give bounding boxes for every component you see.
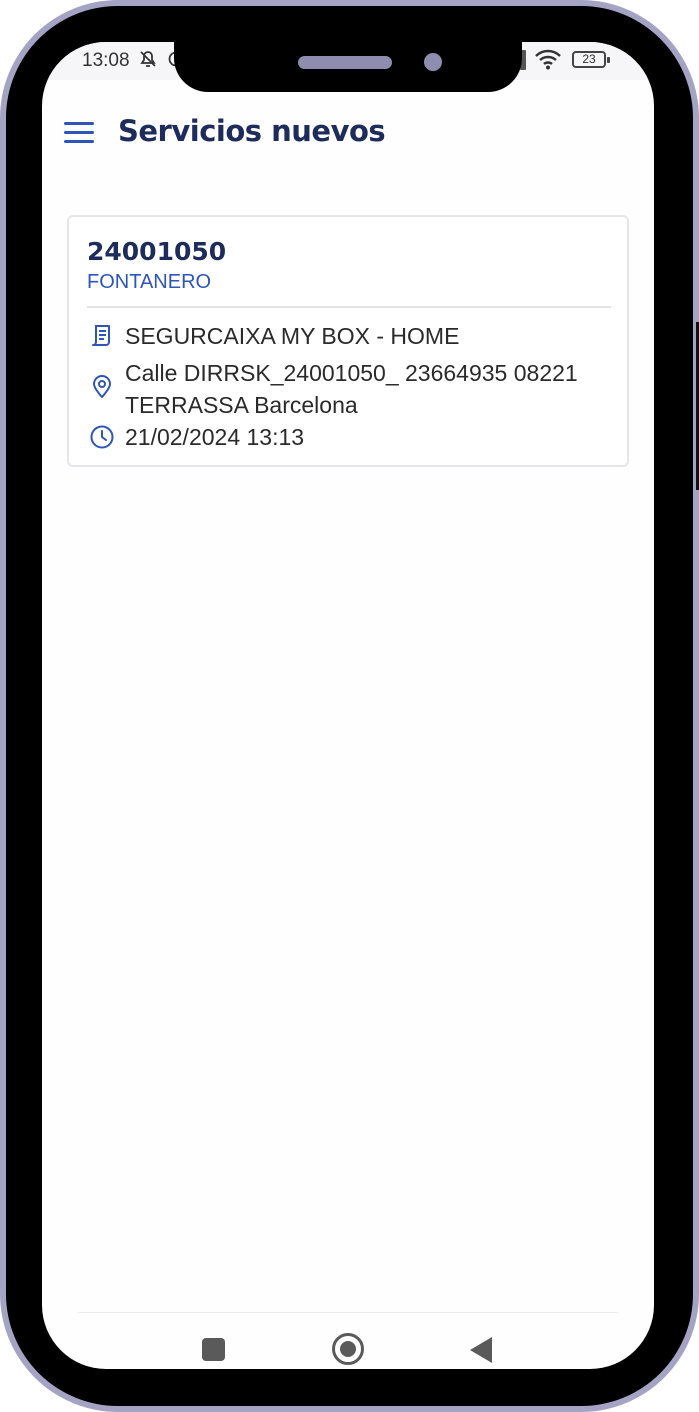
clock-icon <box>89 424 115 450</box>
hamburger-menu-icon[interactable] <box>64 122 94 146</box>
app-bar: Servicios nuevos <box>42 102 654 166</box>
service-category: FONTANERO <box>87 271 212 293</box>
screen: 13:08 23 Servicios nuevos 24001050 FONTA… <box>42 42 654 1369</box>
front-camera <box>424 53 442 71</box>
card-divider <box>87 306 611 308</box>
receipt-icon <box>89 323 115 349</box>
triangle-back-icon[interactable] <box>470 1337 492 1363</box>
service-address: Calle DIRRSK_24001050_ 23664935 08221 TE… <box>125 360 578 418</box>
battery-indicator: 23 <box>572 51 610 68</box>
nav-divider <box>78 1312 618 1313</box>
location-pin-icon <box>89 374 115 400</box>
camera-notch <box>174 42 522 92</box>
square-recents-icon[interactable] <box>202 1338 225 1361</box>
status-time: 13:08 <box>82 50 130 71</box>
bell-off-icon <box>138 49 158 74</box>
page-title: Servicios nuevos <box>118 114 386 148</box>
service-number: 24001050 <box>87 237 227 266</box>
circle-home-icon[interactable] <box>332 1333 364 1365</box>
client-name: SEGURCAIXA MY BOX - HOME <box>125 323 460 349</box>
service-card[interactable]: 24001050 FONTANERO SEGURCAIXA MY BOX - H… <box>67 215 629 467</box>
service-datetime: 21/02/2024 13:13 <box>125 424 305 450</box>
speaker-grille <box>298 56 392 69</box>
wifi-icon <box>534 48 562 74</box>
